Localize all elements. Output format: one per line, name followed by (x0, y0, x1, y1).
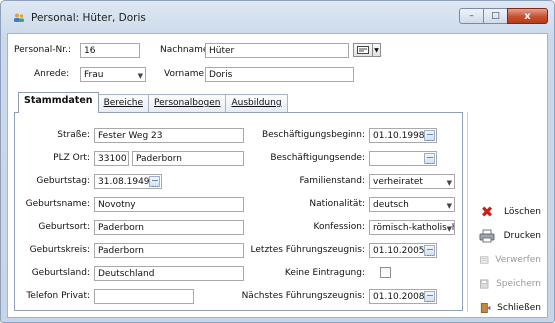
nationalitaet-select[interactable]: deutsch ▼ (369, 197, 455, 212)
schliessen-button[interactable]: Schließen (475, 298, 544, 318)
chevron-down-icon: ▼ (446, 202, 452, 210)
chevron-down-icon: ▼ (446, 223, 452, 234)
nationalitaet-label: Nationalität: (309, 199, 365, 209)
printer-icon (479, 229, 495, 243)
schliessen-label: Schließen (497, 303, 541, 313)
keine-eintragung-checkbox[interactable] (380, 267, 391, 278)
chevron-down-icon: ▼ (137, 72, 143, 80)
drucken-button[interactable]: Drucken (475, 226, 544, 246)
tab-label: Bereiche (103, 98, 144, 108)
exit-door-icon (480, 303, 491, 313)
geburtstag-field[interactable]: 31.08.1949 (94, 174, 162, 189)
chevron-down-icon: ▼ (446, 179, 452, 187)
tab-label: Personalbogen (154, 98, 221, 108)
anrede-label: Anrede: (34, 69, 70, 79)
strasse-label: Straße: (57, 130, 90, 140)
minimize-icon: – (469, 11, 474, 21)
card-icon (357, 46, 369, 54)
delete-x-icon: ✖ (480, 203, 494, 221)
beschaeftigungsbeginn-value: 01.10.1998 (373, 131, 425, 141)
naechstes-fuehrungszeugnis-value: 01.10.2008 (373, 292, 425, 302)
familienstand-select[interactable]: verheiratet ▼ (369, 174, 455, 189)
close-icon: x (524, 10, 531, 22)
tab-personalbogen[interactable]: Personalbogen (148, 94, 227, 112)
calendar-icon[interactable] (424, 153, 435, 164)
beschaeftigungsende-field[interactable] (369, 151, 437, 166)
personal-nr-label: Personal-Nr.: (14, 45, 72, 55)
letztes-fuehrungszeugnis-value: 01.10.2005 (373, 246, 425, 256)
beschaeftigungsbeginn-label: Beschäftigungsbeginn: (261, 130, 365, 140)
loeschen-label: Löschen (504, 207, 541, 217)
geburtskreis-field[interactable]: Paderborn (94, 243, 244, 258)
letztes-fuehrungszeugnis-label: Letztes Führungszeugnis: (250, 245, 365, 255)
verwerfen-label: Verwerfen (495, 255, 541, 265)
nachname-field[interactable]: Hüter (205, 43, 349, 58)
geburtstag-label: Geburtstag: (36, 176, 90, 186)
keine-eintragung-label: Keine Eintragung: (284, 268, 365, 278)
geburtskreis-label: Geburtskreis: (29, 245, 90, 255)
geburtsname-label: Geburtsname: (25, 199, 90, 209)
geburtsland-field[interactable]: Deutschland (94, 266, 244, 281)
title-bar: Personal: Hüter, Doris – □ x (1, 1, 554, 33)
geburtsland-label: Geburtsland: (31, 268, 90, 278)
minimize-button[interactable]: – (459, 8, 484, 24)
nationalitaet-value: deutsch (373, 200, 409, 210)
plz-ort-label: PLZ Ort: (53, 153, 90, 163)
chevron-down-icon: ▼ (374, 46, 379, 54)
naechstes-fuehrungszeugnis-label: Nächstes Führungszeugnis: (241, 291, 365, 301)
calendar-icon[interactable] (149, 176, 160, 187)
beschaeftigungsende-label: Beschäftigungsende: (270, 153, 365, 163)
vorname-label: Vorname: (164, 69, 208, 79)
speichern-button[interactable]: Speichern (475, 274, 544, 294)
maximize-icon: □ (491, 11, 500, 21)
loeschen-button[interactable]: ✖ Löschen (475, 202, 544, 222)
people-icon (14, 13, 24, 22)
discard-icon (479, 256, 489, 264)
window-title: Personal: Hüter, Doris (31, 12, 146, 24)
calendar-icon[interactable] (424, 130, 435, 141)
calendar-icon[interactable] (424, 245, 435, 256)
vorname-field[interactable]: Doris (205, 67, 354, 82)
tab-stammdaten[interactable]: Stammdaten (18, 92, 99, 113)
ort-field[interactable]: Paderborn (132, 151, 244, 166)
konfession-select[interactable]: römisch-katholisch ▼ (369, 220, 455, 235)
window: Personal: Hüter, Doris – □ x Personal-Nr… (0, 0, 555, 323)
plz-field[interactable]: 33100 (94, 151, 129, 166)
card-dropdown-button[interactable]: ▼ (372, 43, 381, 57)
anrede-select[interactable]: Frau ▼ (80, 67, 146, 82)
tab-label: Ausbildung (231, 98, 282, 108)
familienstand-value: verheiratet (373, 177, 423, 187)
nachname-label: Nachname: (160, 45, 212, 55)
tab-label: Stammdaten (24, 95, 93, 106)
strasse-field[interactable]: Fester Weg 23 (94, 128, 244, 143)
tab-ausbildung[interactable]: Ausbildung (225, 94, 288, 112)
anrede-value: Frau (84, 70, 104, 80)
sidebar-divider (467, 112, 468, 312)
familienstand-label: Familienstand: (299, 176, 365, 186)
telefon-label: Telefon Privat: (26, 291, 90, 301)
drucken-label: Drucken (503, 231, 541, 241)
telefon-field[interactable] (94, 289, 194, 304)
konfession-value: römisch-katholisch (373, 223, 455, 233)
save-icon (480, 279, 489, 289)
speichern-label: Speichern (496, 279, 541, 289)
letztes-fuehrungszeugnis-field[interactable]: 01.10.2005 (369, 243, 437, 258)
card-lookup-button[interactable] (353, 43, 373, 57)
close-button[interactable]: x (507, 8, 548, 24)
geburtstag-value: 31.08.1949 (98, 177, 150, 187)
calendar-icon[interactable] (424, 291, 435, 302)
geburtsort-label: Geburtsort: (38, 222, 90, 232)
verwerfen-button[interactable]: Verwerfen (475, 250, 544, 270)
geburtsort-field[interactable]: Paderborn (94, 220, 244, 235)
naechstes-fuehrungszeugnis-field[interactable]: 01.10.2008 (369, 289, 437, 304)
tab-bereiche[interactable]: Bereiche (97, 94, 150, 112)
konfession-label: Konfession: (313, 222, 366, 232)
maximize-button[interactable]: □ (483, 8, 508, 24)
personal-nr-field[interactable]: 16 (80, 43, 140, 58)
beschaeftigungsbeginn-field[interactable]: 01.10.1998 (369, 128, 437, 143)
tab-bar: Stammdaten Bereiche Personalbogen Ausbil… (18, 92, 288, 113)
geburtsname-field[interactable]: Novotny (94, 197, 244, 212)
